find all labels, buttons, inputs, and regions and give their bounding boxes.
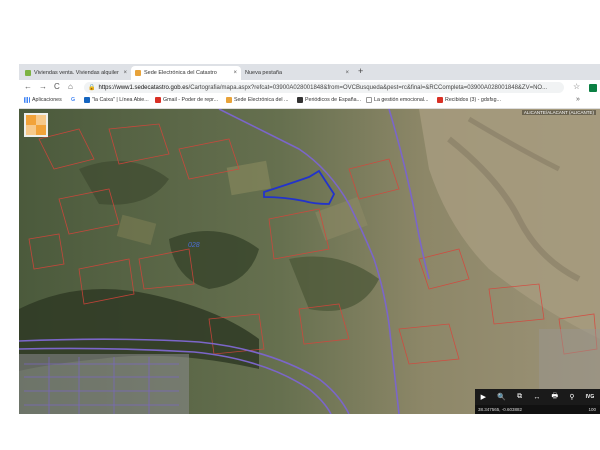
bookmark-gmail[interactable]: Gmail - Poder de repr... <box>155 97 218 103</box>
tab-new[interactable]: Nueva pestaña × <box>241 66 353 80</box>
tab-label: Nueva pestaña <box>245 70 282 76</box>
cadastral-map[interactable]: ALICANTE/ALACANT (ALICANTE) 028 ▶ 🔍 ⧉ ↔ … <box>19 109 600 414</box>
forward-arrow-icon[interactable]: → <box>39 82 47 91</box>
page-icon <box>366 97 372 103</box>
scale-readout: 100 <box>588 407 596 412</box>
tab-close-icon[interactable]: × <box>123 70 127 76</box>
bookmark-la-caixa[interactable]: "la Caixa" | Línea Abie... <box>84 97 149 103</box>
bookmark-star-icon[interactable]: ☆ <box>573 82 580 91</box>
new-tab-button[interactable]: + <box>358 66 363 76</box>
tab-close-icon[interactable]: × <box>233 70 237 76</box>
measure-icon[interactable]: ↔ <box>533 394 540 401</box>
gmail-icon <box>437 97 443 103</box>
more-bookmarks-icon[interactable]: » <box>576 96 580 103</box>
catastro-logo-icon <box>24 113 48 137</box>
la-caixa-icon <box>84 97 90 103</box>
expand-arrow-icon[interactable]: ▶ <box>481 393 486 401</box>
apps-grid-icon <box>24 97 30 103</box>
ivg-button[interactable]: IVG <box>586 394 595 400</box>
reload-icon[interactable]: C <box>54 82 60 91</box>
tab-viviendas[interactable]: Viviendas venta. Viviendas alquiler × <box>21 66 131 80</box>
extension-icon[interactable] <box>589 84 597 92</box>
bookmark-google[interactable]: G <box>71 97 75 103</box>
catastro-favicon-icon <box>135 70 141 76</box>
gmail-icon <box>155 97 161 103</box>
search-icon[interactable]: 🔍 <box>497 393 506 401</box>
browser-window: Viviendas venta. Viviendas alquiler × Se… <box>19 64 600 414</box>
tab-strip: Viviendas venta. Viviendas alquiler × Se… <box>19 64 600 80</box>
newspaper-icon <box>297 97 303 103</box>
tab-label: Sede Electrónica del Catastro <box>144 70 217 76</box>
coordinates-readout: 38.347565, -0.603882 <box>478 407 523 412</box>
coordinates-bar: 38.347565, -0.603882 100 <box>475 405 600 414</box>
bookmark-catastro[interactable]: Sede Electrónica del ... <box>226 97 288 103</box>
lock-icon: 🔒 <box>88 85 96 91</box>
layers-icon[interactable]: ⧉ <box>517 393 522 401</box>
print-icon[interactable]: 🖶 <box>552 392 559 403</box>
bookmark-apps[interactable]: Aplicaciones <box>24 97 62 103</box>
tab-catastro[interactable]: Sede Electrónica del Catastro × <box>131 66 241 80</box>
map-toolbar: ▶ 🔍 ⧉ ↔ 🖶 ⚲ IVG <box>475 389 600 405</box>
satellite-imagery <box>19 109 600 414</box>
address-bar[interactable]: 🔒 https://www1.sedecatastro.gob.es /Cart… <box>84 82 564 93</box>
browser-toolbar: ← → C ⌂ 🔒 https://www1.sedecatastro.gob.… <box>19 80 600 95</box>
region-label: ALICANTE/ALACANT (ALICANTE) <box>521 110 596 115</box>
parcel-number-label: 028 <box>188 242 200 249</box>
bookmarks-bar: Aplicaciones G "la Caixa" | Línea Abie..… <box>19 95 600 109</box>
back-arrow-icon[interactable]: ← <box>24 82 32 91</box>
bookmark-gestion-emocional[interactable]: La gestión emocional... <box>366 97 428 103</box>
home-icon[interactable]: ⌂ <box>68 82 73 91</box>
url-host: https://www1.sedecatastro.gob.es <box>98 84 189 91</box>
bookmark-periodicos[interactable]: Periódicos de España... <box>297 97 361 103</box>
idealista-favicon-icon <box>25 70 31 76</box>
bookmark-recibidos[interactable]: Recibidos (3) - gdsfsg... <box>437 97 501 103</box>
url-path: /Cartografia/mapa.aspx?refcat=03900A0280… <box>188 84 548 91</box>
catastro-icon <box>226 97 232 103</box>
locate-icon[interactable]: ⚲ <box>569 393 574 401</box>
tab-label: Viviendas venta. Viviendas alquiler <box>34 70 119 76</box>
tab-close-icon[interactable]: × <box>345 70 349 76</box>
